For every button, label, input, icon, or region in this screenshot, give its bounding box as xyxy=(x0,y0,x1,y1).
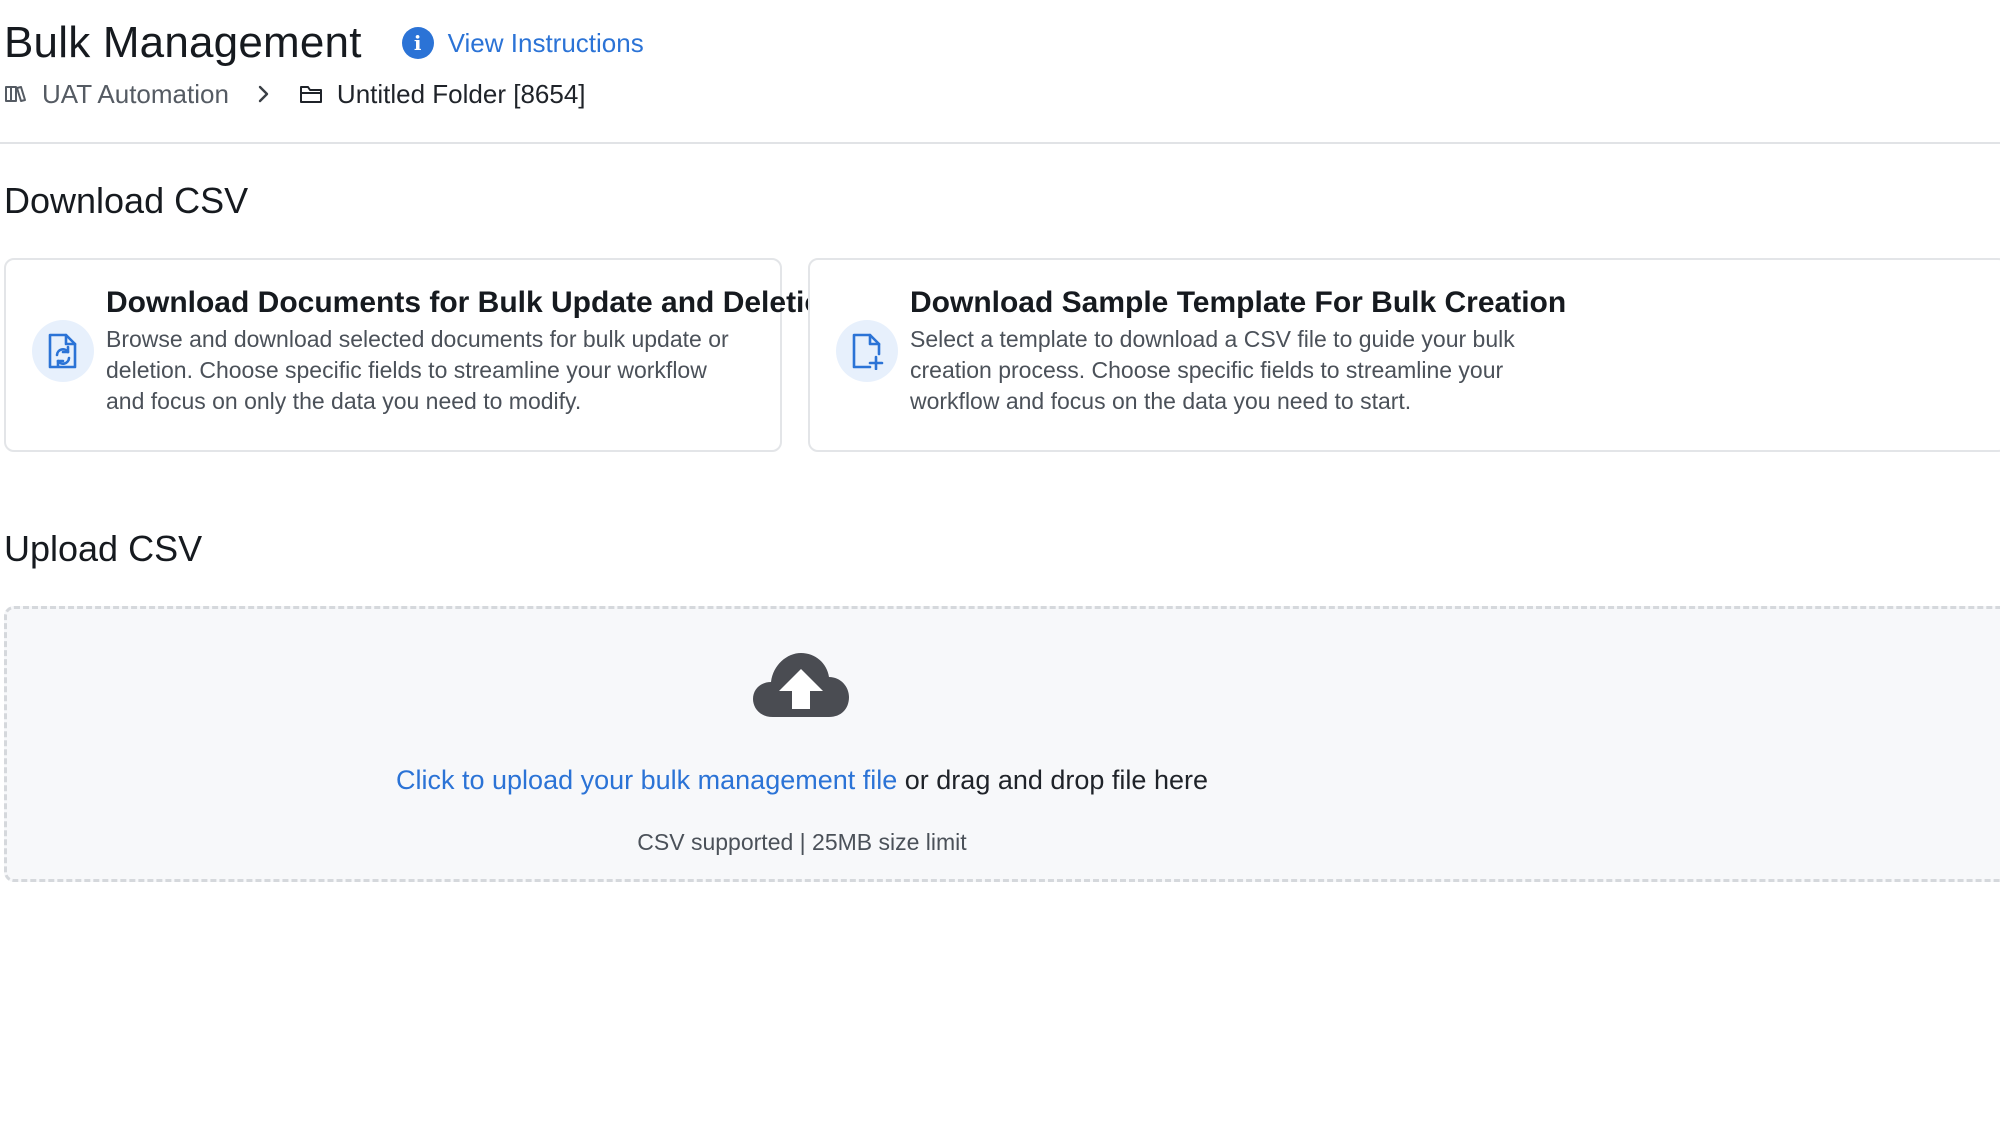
drag-drop-text: or drag and drop file here xyxy=(897,765,1208,795)
card-description: Select a template to download a CSV file… xyxy=(910,326,1515,414)
cloud-upload-icon xyxy=(751,649,851,721)
view-instructions-link[interactable]: i View Instructions xyxy=(401,27,644,59)
document-refresh-icon xyxy=(32,320,94,382)
page-title: Bulk Management xyxy=(4,18,362,67)
download-documents-card[interactable]: Download Documents for Bulk Update and D… xyxy=(4,258,841,452)
breadcrumb-label: Untitled Folder [8654] xyxy=(336,78,586,109)
library-icon xyxy=(4,82,28,106)
folder-icon xyxy=(299,82,323,106)
upload-file-link[interactable]: Click to upload your bulk management fil… xyxy=(396,765,897,795)
view-instructions-label: View Instructions xyxy=(447,27,644,58)
header-divider xyxy=(0,142,2000,144)
chevron-right-icon xyxy=(251,82,275,106)
upload-limit-hint: CSV supported | 25MB size limit xyxy=(637,829,967,855)
document-add-icon xyxy=(836,320,898,382)
download-template-card[interactable]: Download Sample Template For Bulk Creati… xyxy=(808,258,2000,452)
upload-instructions: Click to upload your bulk management fil… xyxy=(7,765,1597,796)
breadcrumb-item-library[interactable]: UAT Automation xyxy=(4,79,229,110)
breadcrumb-label: UAT Automation xyxy=(42,78,229,109)
card-title: Download Documents for Bulk Update and D… xyxy=(106,286,842,319)
page-header: Bulk Management i View Instructions xyxy=(4,18,644,68)
download-section-title: Download CSV xyxy=(4,180,249,221)
breadcrumb: UAT Automation Untitled Folder [8654] xyxy=(4,74,586,114)
card-description: Browse and download selected documents f… xyxy=(106,326,729,414)
upload-section-title: Upload CSV xyxy=(4,528,203,569)
upload-dropzone[interactable]: Click to upload your bulk management fil… xyxy=(4,606,2000,882)
page: Bulk Management i View Instructions UAT … xyxy=(0,0,2000,1136)
breadcrumb-item-folder[interactable]: Untitled Folder [8654] xyxy=(299,79,586,110)
info-icon: i xyxy=(401,27,434,59)
card-title: Download Sample Template For Bulk Creati… xyxy=(910,286,1567,319)
